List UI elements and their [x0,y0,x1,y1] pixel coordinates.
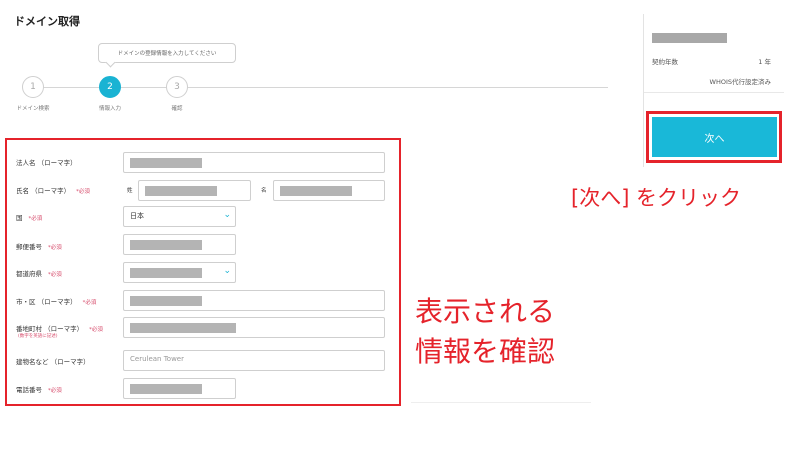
confirm-annotation-line-2: 情報を確認 [415,335,556,368]
corp-name-label: 法人名 （ローマ字） [16,159,77,167]
postal-code-label: 郵便番号 *必須 [16,243,62,251]
step-tooltip: ドメインの登録情報を入力してください [98,43,236,63]
page-title: ドメイン取得 [14,15,80,28]
required-mark: *必須 [82,300,97,306]
required-mark: *必須 [48,245,62,251]
chevron-down-icon: ⌄ [223,210,231,220]
whois-status: WHOIS代行設定済み [709,78,771,86]
card-divider [644,92,784,93]
country-value: 日本 [130,212,144,220]
step-2-circle: 2 [99,76,121,98]
prefecture-label: 都道府県 *必須 [16,270,62,278]
given-name-label: 名 [261,188,267,194]
phone-label: 電話番号 *必須 [16,386,62,394]
contract-years-value: 1 年 [758,58,771,66]
redacted-value [130,296,202,306]
corp-name-input[interactable] [123,152,385,173]
step-1-circle: 1 [22,76,44,98]
redacted-value [130,268,202,278]
redacted-value [130,323,236,333]
required-mark: *必須 [76,189,90,195]
building-input[interactable]: Cerulean Tower [123,350,385,371]
confirm-annotation-line-1: 表示される [415,295,556,328]
contract-years-label: 契約年数 [652,58,678,66]
country-label: 国 *必須 [16,214,43,222]
postal-code-input[interactable] [123,234,236,255]
redacted-value [130,384,202,394]
domain-name-redacted [652,33,727,43]
city-label: 市・区 （ローマ字） *必須 [16,298,97,306]
step-1-label: ドメイン検索 [16,106,50,112]
phone-input[interactable] [123,378,236,399]
required-mark: *必須 [48,272,62,278]
street-label: 番地町村 （ローマ字） *必須 [16,325,103,333]
required-mark: *必須 [89,327,103,333]
redacted-value [145,186,217,196]
country-select[interactable]: 日本 ⌄ [123,206,236,227]
building-value: Cerulean Tower [130,355,184,363]
chevron-down-icon: ⌄ [223,266,231,276]
surname-label: 姓 [127,188,133,194]
required-mark: *必須 [48,388,62,394]
street-input[interactable] [123,317,385,338]
redacted-value [130,158,202,168]
given-name-input[interactable] [273,180,385,201]
divider [411,402,591,403]
confirm-info-annotation: 表示される 情報を確認 [415,292,555,372]
redacted-value [130,240,202,250]
full-name-label: 氏名 （ローマ字） *必須 [16,187,90,195]
click-next-annotation: [次へ] をクリック [571,186,742,210]
prefecture-select[interactable]: ⌄ [123,262,236,283]
step-3-circle: 3 [166,76,188,98]
street-note: (数字を英語に記述) [18,334,58,339]
surname-input[interactable] [138,180,251,201]
city-input[interactable] [123,290,385,311]
required-mark: *必須 [28,216,43,222]
step-2-label: 情報入力 [98,106,122,112]
next-button[interactable]: 次へ [652,117,777,157]
step-3-label: 確認 [171,106,183,112]
redacted-value [280,186,352,196]
building-label: 建物名など （ローマ字） [16,358,90,366]
